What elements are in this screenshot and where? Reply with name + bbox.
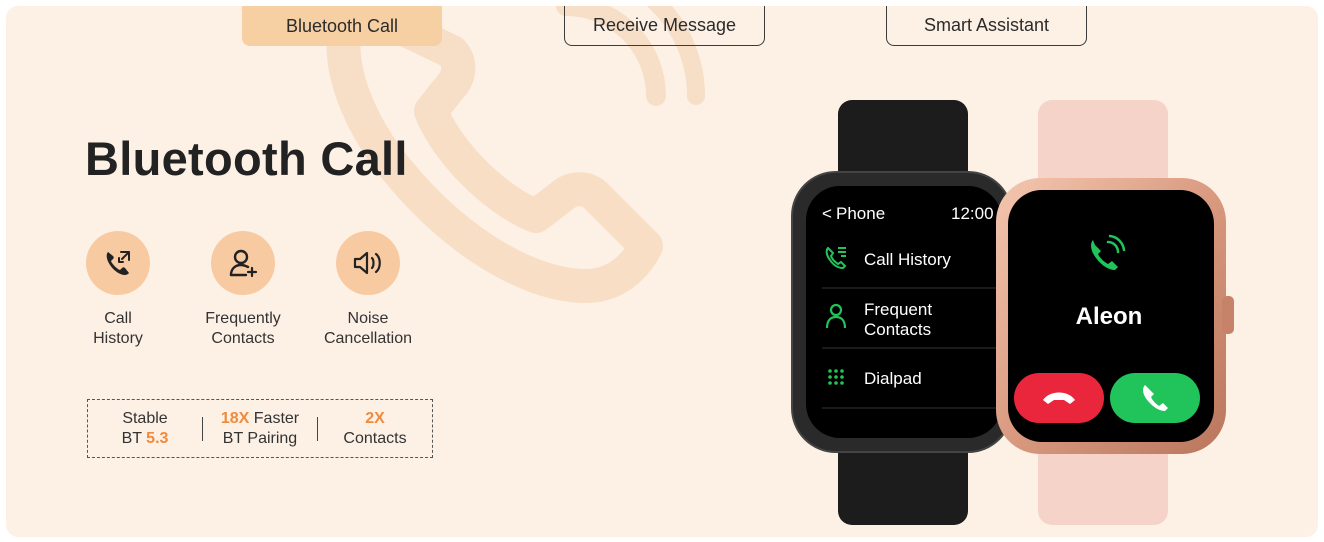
tab-receive-message[interactable]: Receive Message xyxy=(564,6,765,46)
phone-call-icon xyxy=(86,231,150,295)
feature-panel: Bluetooth Call Receive Message Smart Ass… xyxy=(6,6,1318,537)
stats-box: Stable BT 5.3 18X Faster BT Pairing 2X C… xyxy=(87,399,433,458)
caller-name: Aleon xyxy=(1076,303,1143,330)
accept-call-button[interactable] xyxy=(1110,373,1200,423)
smartwatch-illustration: < Phone 12:00 Call History Frequent Cont… xyxy=(791,100,1234,525)
crown-button xyxy=(1222,296,1234,334)
add-contact-icon xyxy=(211,231,275,295)
tab-bluetooth-call[interactable]: Bluetooth Call xyxy=(242,6,442,46)
feature-call-history: Call History xyxy=(53,231,183,349)
page-title: Bluetooth Call xyxy=(85,132,408,185)
stat-bt-version: Stable BT 5.3 xyxy=(121,409,169,447)
feature-label: Noise Cancellation xyxy=(323,310,413,347)
dialpad-icon xyxy=(828,369,844,385)
decline-call-button[interactable] xyxy=(1014,373,1104,423)
feature-label: Call History xyxy=(93,310,143,347)
feature-label: Frequently Contacts xyxy=(205,310,281,347)
feature-frequent-contacts: Frequently Contacts xyxy=(178,231,308,349)
watch-time: 12:00 xyxy=(951,204,994,223)
menu-item-label: Dialpad xyxy=(864,369,922,388)
speaker-icon xyxy=(336,231,400,295)
watch-app-title: Phone xyxy=(836,204,885,223)
stat-pairing-speed: 18X Faster BT Pairing xyxy=(220,409,300,447)
menu-item-label-line2: Contacts xyxy=(864,320,931,339)
menu-item-label-line1: Frequent xyxy=(864,300,932,319)
tab-smart-assistant[interactable]: Smart Assistant xyxy=(886,6,1087,46)
stat-contacts: 2X Contacts xyxy=(343,409,407,447)
back-chevron: < xyxy=(822,204,832,223)
feature-noise-cancellation: Noise Cancellation xyxy=(303,231,433,349)
menu-item-label: Call History xyxy=(864,250,951,269)
